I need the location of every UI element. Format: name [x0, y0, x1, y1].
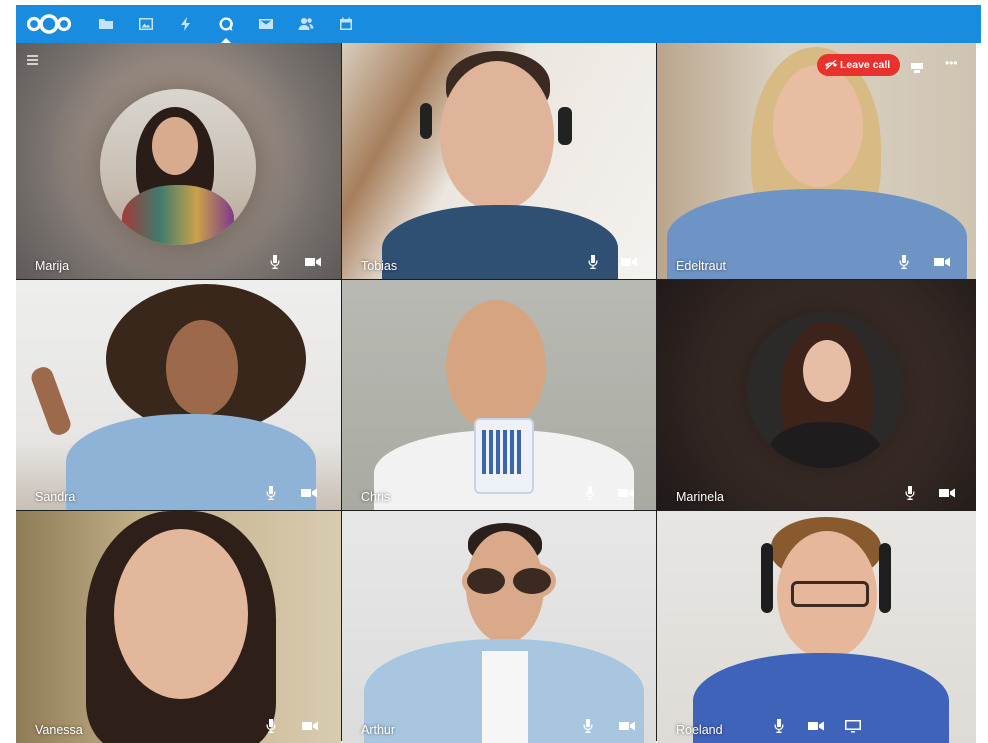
image-icon[interactable] — [126, 5, 166, 43]
participant-tile-sandra[interactable]: Sandra — [16, 280, 341, 510]
participant-name: Chris — [361, 490, 391, 504]
microphone-icon — [585, 255, 601, 269]
hangup-icon — [825, 60, 837, 70]
camera-icon — [301, 486, 317, 500]
microphone-icon — [582, 486, 598, 500]
lightning-icon[interactable] — [166, 5, 206, 43]
contacts-icon[interactable] — [286, 5, 326, 43]
calendar-icon[interactable] — [326, 5, 366, 43]
mail-icon[interactable] — [246, 5, 286, 43]
screen-share-icon[interactable] — [845, 719, 861, 733]
grid-view-icon[interactable] — [911, 60, 923, 73]
camera-icon — [618, 486, 634, 500]
participant-tile-roeland[interactable]: Roeland — [657, 511, 976, 743]
more-options-icon[interactable]: ••• — [945, 56, 958, 70]
participant-name: Edeltraut — [676, 259, 727, 273]
participant-tile-edeltraut[interactable]: Leave call ••• Edeltraut — [657, 43, 976, 279]
camera-icon — [619, 719, 635, 733]
avatar — [100, 89, 256, 245]
participant-name: Tobias — [361, 259, 398, 273]
microphone-icon — [771, 719, 787, 733]
participant-tile-marija[interactable]: Marija — [16, 43, 341, 279]
camera-icon — [302, 719, 318, 733]
participant-name: Sandra — [35, 490, 76, 504]
app-menu — [86, 5, 366, 43]
microphone-icon — [580, 719, 596, 733]
sidebar-toggle-icon[interactable] — [27, 55, 38, 65]
avatar — [747, 312, 903, 468]
folder-icon[interactable] — [86, 5, 126, 43]
top-bar — [16, 5, 981, 43]
participant-tile-arthur[interactable]: Arthur — [342, 511, 656, 743]
participant-name: Marija — [35, 259, 70, 273]
microphone-icon — [267, 255, 283, 269]
microphone-icon — [263, 486, 279, 500]
participant-tile-tobias[interactable]: Tobias — [342, 43, 656, 279]
participant-name: Vanessa — [35, 723, 83, 737]
camera-icon — [621, 255, 637, 269]
participant-tile-marinela[interactable]: Marinela — [657, 280, 976, 510]
leave-call-label: Leave call — [840, 59, 891, 71]
talk-icon[interactable] — [206, 5, 246, 43]
camera-icon — [934, 255, 950, 269]
camera-icon — [808, 719, 824, 733]
leave-call-button[interactable]: Leave call — [817, 54, 901, 76]
participant-name: Marinela — [676, 490, 724, 504]
participant-tile-chris[interactable]: Chris — [342, 280, 656, 510]
participant-name: Arthur — [361, 723, 396, 737]
participant-name: Roeland — [676, 723, 723, 737]
microphone-icon — [263, 719, 279, 733]
call-grid: Marija Tobias Leave call ••• Edeltraut S… — [16, 43, 976, 743]
camera-icon — [939, 486, 955, 500]
participant-tile-vanessa[interactable]: Vanessa — [16, 511, 341, 743]
nextcloud-logo-icon[interactable] — [26, 13, 72, 35]
microphone-icon — [896, 255, 912, 269]
microphone-icon — [902, 486, 918, 500]
camera-icon — [305, 255, 321, 269]
